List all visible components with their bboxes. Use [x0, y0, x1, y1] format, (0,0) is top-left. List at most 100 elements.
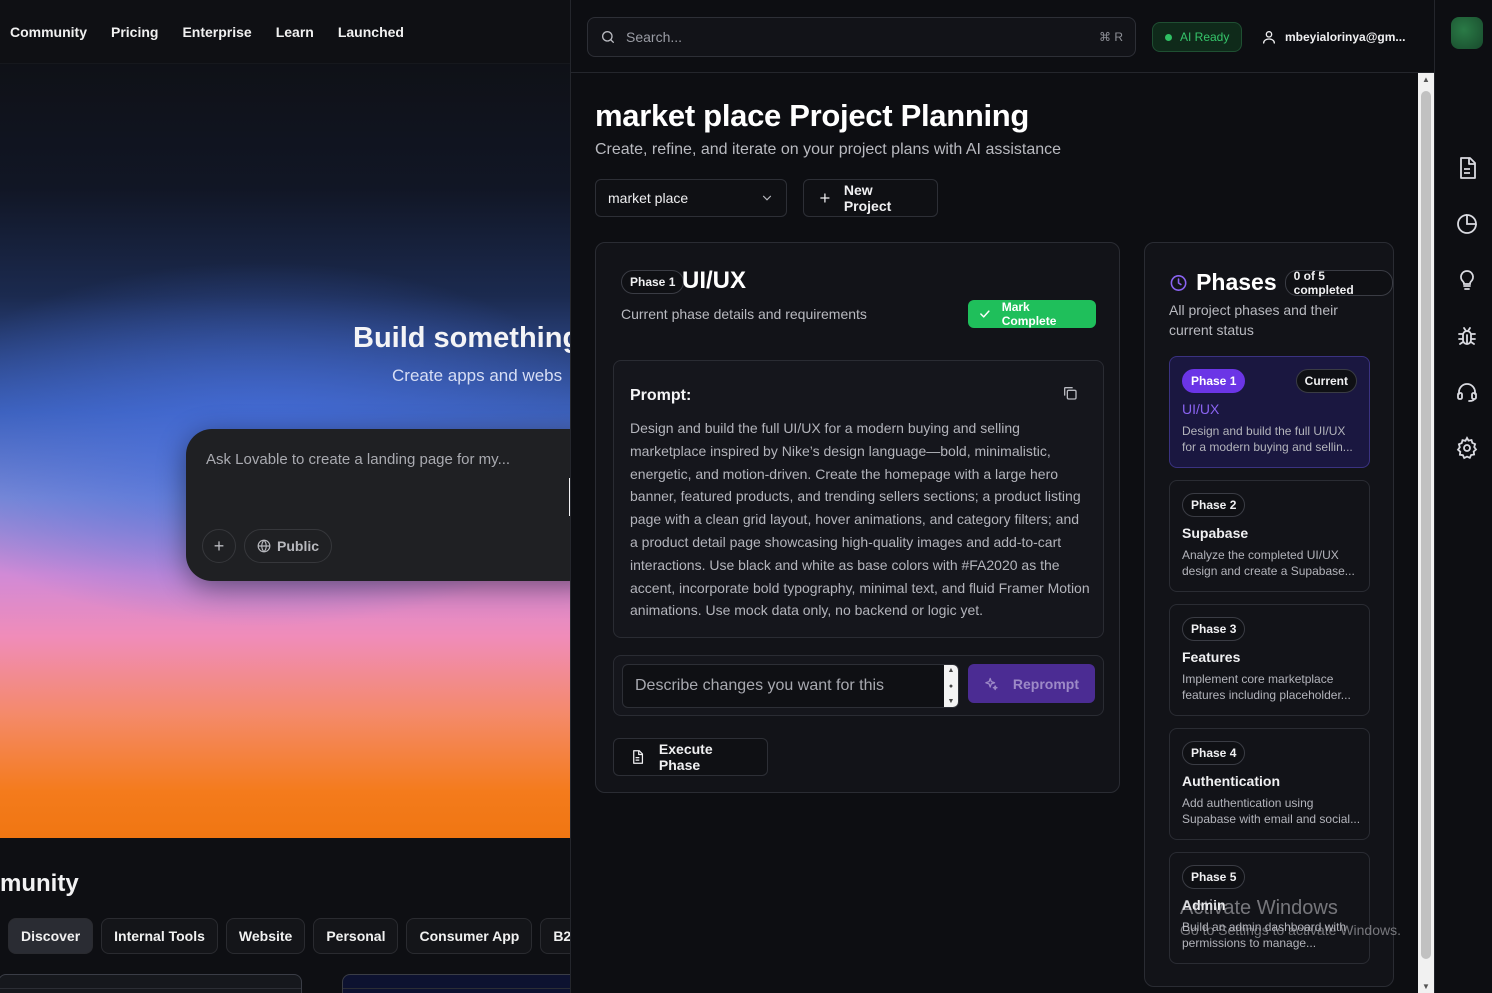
phase-item-badge: Phase 2: [1182, 493, 1246, 517]
phases-count-badge: 0 of 5 completed: [1284, 269, 1393, 297]
hero-title: Build something: [353, 322, 570, 354]
headset-icon[interactable]: [1455, 380, 1479, 404]
phase-item-2[interactable]: Phase 2 Supabase Analyze the completed U…: [1169, 480, 1370, 592]
phase-description: Current phase details and requirements: [621, 306, 867, 322]
phase-item-desc: Analyze the completed UI/UX design and c…: [1182, 548, 1355, 578]
reprompt-button[interactable]: Reprompt: [968, 664, 1095, 703]
phase-item-name: Features: [1182, 649, 1241, 665]
scroll-up-icon[interactable]: ▲: [1421, 75, 1431, 84]
phase-item-badge: Phase 5: [1182, 865, 1246, 889]
new-project-label: New Project: [843, 182, 892, 214]
project-thumbnail[interactable]: [342, 974, 570, 993]
community-heading: munity: [0, 870, 79, 897]
category-chips: Discover Internal Tools Website Personal…: [8, 918, 570, 954]
settings-icon[interactable]: [1455, 436, 1479, 460]
plus-icon: [820, 193, 830, 203]
attach-button[interactable]: +: [202, 529, 236, 563]
hero-prompt-placeholder[interactable]: Ask Lovable to create a landing page for…: [206, 451, 510, 468]
page-subtitle: Create, refine, and iterate on your proj…: [595, 141, 1062, 158]
visibility-button[interactable]: Public: [244, 529, 333, 563]
pie-chart-icon[interactable]: [1455, 212, 1479, 236]
search-input[interactable]: Search...: [626, 29, 1099, 45]
site-top-nav: Community Pricing Enterprise Learn Launc…: [0, 0, 570, 64]
chip-personal[interactable]: Personal: [313, 918, 399, 954]
scroll-down-icon[interactable]: ▼: [1421, 982, 1431, 991]
plus-icon: +: [213, 535, 225, 556]
hero-subtitle: Create apps and webs: [392, 366, 563, 385]
phases-subtitle: All project phases and their current sta…: [1169, 302, 1338, 338]
scroll-grip-icon: ●: [948, 682, 954, 690]
user-email: mbeyialorinya@gm...: [1285, 30, 1406, 44]
phase-item-name: UI/UX: [1182, 401, 1220, 417]
lightbulb-icon[interactable]: [1455, 268, 1479, 292]
mark-complete-button[interactable]: Mark Complete: [968, 300, 1096, 328]
phases-header: Phases 0 of 5 completed: [1169, 269, 1393, 297]
nav-community[interactable]: Community: [10, 24, 87, 40]
phases-card: Phases 0 of 5 completed All project phas…: [1144, 242, 1394, 987]
phase-item-desc: Implement core marketplace features incl…: [1182, 672, 1351, 702]
phase-item-badge: Phase 1: [1182, 369, 1246, 393]
chip-discover[interactable]: Discover: [8, 918, 94, 954]
execute-phase-button[interactable]: Execute Phase: [613, 738, 768, 776]
scrollbar-thumb[interactable]: [1421, 91, 1431, 959]
planning-panel: Search... ⌘ R AI Ready mbeyialorinya@gm.…: [570, 0, 1434, 993]
panel-header: Search... ⌘ R AI Ready mbeyialorinya@gm.…: [571, 0, 1434, 73]
icon-rail: [1434, 0, 1492, 993]
chip-internal-tools[interactable]: Internal Tools: [101, 918, 218, 954]
prompt-box: Prompt: Design and build the full UI/UX …: [613, 360, 1104, 638]
phase-item-badge: Phase 4: [1182, 741, 1246, 765]
current-badge: Current: [1295, 369, 1357, 393]
hero-prompt-card[interactable]: Ask Lovable to create a landing page for…: [186, 429, 570, 581]
phase-item-1[interactable]: Phase 1 Current UI/UX Design and build t…: [1169, 356, 1370, 468]
mark-complete-label: Mark Complete: [1001, 300, 1057, 328]
change-request-input[interactable]: [622, 664, 959, 708]
search-icon: [602, 31, 614, 43]
chip-website[interactable]: Website: [225, 918, 306, 954]
search-bar[interactable]: Search... ⌘ R: [587, 17, 1136, 57]
panel-scrollbar[interactable]: ▲ ▼: [1418, 73, 1434, 993]
nav-pricing[interactable]: Pricing: [111, 24, 158, 40]
new-project-button[interactable]: New Project: [803, 179, 938, 217]
ai-status-badge: AI Ready: [1152, 22, 1243, 52]
user-icon: [1263, 31, 1275, 44]
status-dot-icon: [1165, 33, 1172, 41]
page-title: market place Project Planning: [595, 98, 1030, 133]
avatar[interactable]: [1451, 17, 1483, 49]
sparkles-icon: [985, 677, 998, 690]
document-icon[interactable]: [1455, 156, 1479, 180]
windows-watermark-title: Activate Windows: [1180, 897, 1338, 919]
nav-enterprise[interactable]: Enterprise: [182, 24, 251, 40]
project-select-value: market place: [608, 190, 689, 206]
phase-item-desc: Design and build the full UI/UX for a mo…: [1182, 424, 1353, 454]
copy-icon[interactable]: [1062, 385, 1078, 406]
phase-badge: Phase 1: [621, 270, 685, 294]
phase-item-4[interactable]: Phase 4 Authentication Add authenticatio…: [1169, 728, 1370, 840]
project-thumbnail[interactable]: [0, 974, 302, 993]
current-phase-card: Phase 1 UI/UX Current phase details and …: [595, 242, 1120, 793]
scroll-down-icon: ▼: [947, 698, 955, 705]
textarea-scrollbar[interactable]: ▲ ● ▼: [944, 665, 958, 707]
phase-item-name: Authentication: [1182, 773, 1280, 789]
phase-item-desc: Add authentication using Supabase with e…: [1182, 796, 1361, 826]
execute-phase-label: Execute Phase: [658, 741, 713, 773]
ai-status-label: AI Ready: [1180, 30, 1230, 44]
visibility-label: Public: [277, 538, 320, 554]
clock-icon: [1170, 274, 1187, 291]
nav-learn[interactable]: Learn: [276, 24, 314, 40]
reprompt-label: Reprompt: [1012, 675, 1079, 692]
nav-launched[interactable]: Launched: [338, 24, 404, 40]
scroll-up-icon: ▲: [947, 667, 955, 674]
chip-b2b[interactable]: B2B A: [540, 918, 570, 954]
globe-icon: [257, 539, 271, 553]
background-site: Community Pricing Enterprise Learn Launc…: [0, 0, 570, 993]
chip-consumer-app[interactable]: Consumer App: [406, 918, 533, 954]
bug-icon[interactable]: [1455, 324, 1479, 348]
user-menu[interactable]: mbeyialorinya@gm...: [1261, 22, 1405, 52]
project-select[interactable]: market place: [595, 179, 787, 217]
phase-item-3[interactable]: Phase 3 Features Implement core marketpl…: [1169, 604, 1370, 716]
prompt-text: Design and build the full UI/UX for a mo…: [630, 420, 1090, 619]
check-icon: [980, 310, 990, 318]
windows-watermark-subtitle: Go to Settings to activate Windows.: [1180, 922, 1401, 938]
phase-item-name: Supabase: [1182, 525, 1249, 541]
chevron-down-icon: [762, 195, 772, 201]
